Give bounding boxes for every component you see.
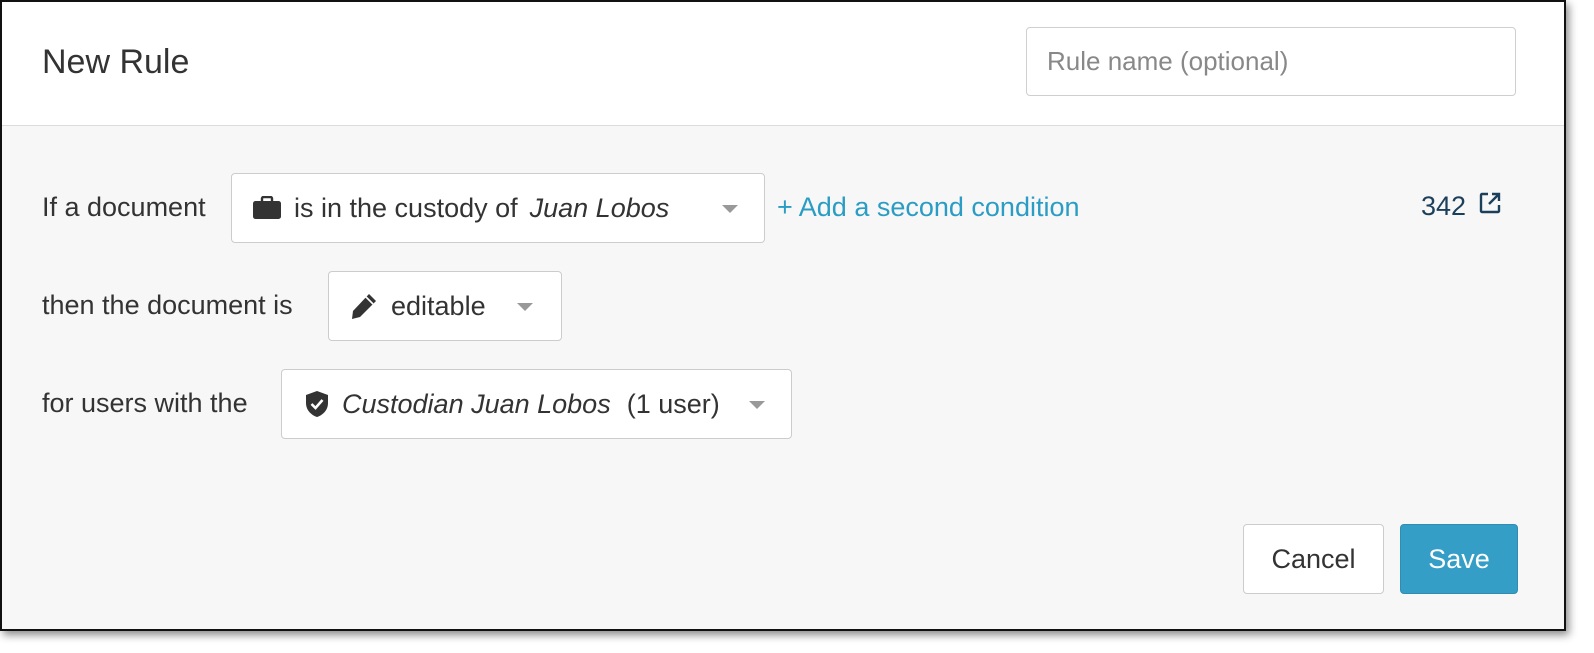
dialog-header: New Rule bbox=[2, 2, 1564, 126]
audience-prefix-label: for users with the bbox=[42, 388, 248, 418]
audience-select[interactable]: Custodian Juan Lobos (1 user) bbox=[281, 369, 792, 439]
chevron-down-icon bbox=[722, 205, 738, 213]
chevron-down-icon bbox=[517, 303, 533, 311]
permission-prefix-label: then the document is bbox=[42, 290, 293, 320]
chevron-down-icon bbox=[749, 401, 765, 409]
pencil-icon bbox=[349, 291, 379, 321]
audience-user-count: (1 user) bbox=[626, 388, 720, 419]
condition-value: Juan Lobos bbox=[529, 192, 670, 223]
match-count-link[interactable]: 342 bbox=[1421, 190, 1502, 222]
condition-predicate: is in the custody of bbox=[294, 192, 518, 223]
permission-value: editable bbox=[391, 290, 486, 321]
audience-role: Custodian Juan Lobos bbox=[342, 388, 611, 419]
add-condition-link[interactable]: + Add a second condition bbox=[777, 191, 1079, 223]
match-count: 342 bbox=[1421, 191, 1467, 221]
condition-select[interactable]: is in the custody of Juan Lobos bbox=[231, 173, 765, 243]
briefcase-icon bbox=[252, 196, 282, 220]
permission-select[interactable]: editable bbox=[328, 271, 562, 341]
condition-prefix-label: If a document bbox=[42, 192, 206, 222]
save-button[interactable]: Save bbox=[1400, 524, 1518, 594]
dialog-title: New Rule bbox=[42, 43, 190, 81]
rule-name-input[interactable] bbox=[1026, 27, 1516, 96]
new-rule-dialog: New Rule If a document is in the custody… bbox=[0, 0, 1566, 631]
cancel-button[interactable]: Cancel bbox=[1243, 524, 1384, 594]
external-link-icon bbox=[1478, 190, 1502, 222]
shield-check-icon bbox=[304, 390, 330, 418]
